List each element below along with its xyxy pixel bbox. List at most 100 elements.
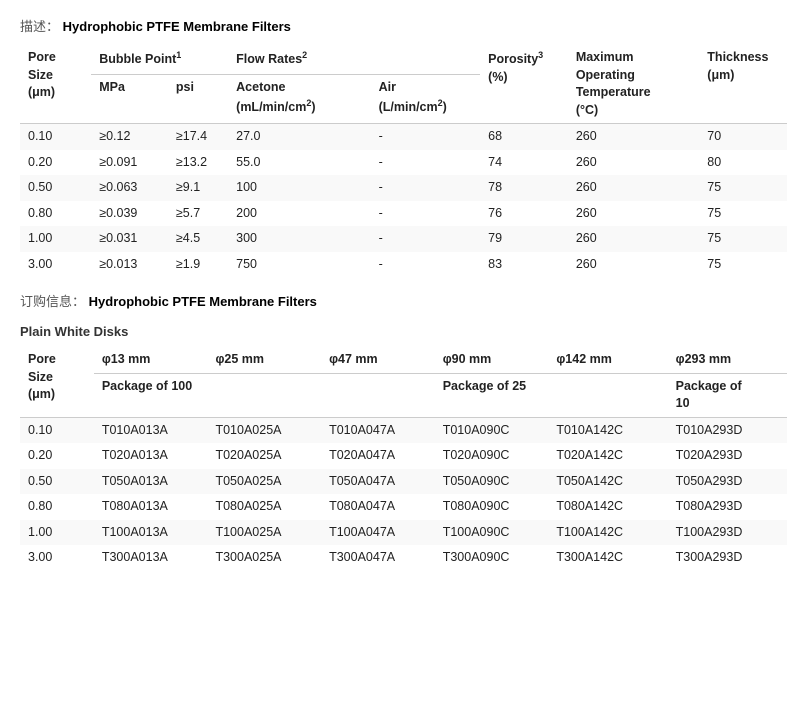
sub-header: Plain White Disks [20,324,787,339]
table1-cell-psi: ≥13.2 [168,150,228,176]
table1-cell-air: - [371,175,481,201]
table1-cell-poreSize: 0.20 [20,150,91,176]
table1-cell-psi: ≥9.1 [168,175,228,201]
table2-row: 0.20T020A013AT020A025AT020A047AT020A090C… [20,443,787,469]
table2-cell-phi25: T100A025A [207,520,321,546]
table1-cell-air: - [371,226,481,252]
table2-cell-phi90: T010A090C [435,417,549,443]
col2-phi293-header: φ293 mm [668,347,787,373]
table1-cell-maxTemp: 260 [568,252,699,278]
table2-cell-phi90: T100A090C [435,520,549,546]
col2-pkg10-header: Package of10 [668,373,787,417]
table1-row: 0.20≥0.091≥13.255.0-7426080 [20,150,787,176]
table2-cell-phi142: T020A142C [548,443,667,469]
table2-row: 1.00T100A013AT100A025AT100A047AT100A090C… [20,520,787,546]
table2-cell-phi13: T050A013A [94,469,208,495]
col2-phi90-header: φ90 mm [435,347,549,373]
table2-cell-phi13: T300A013A [94,545,208,571]
table1-cell-maxTemp: 260 [568,175,699,201]
table1-cell-mpa: ≥0.12 [91,124,168,150]
col-acetone-header: Acetone(mL/min/cm2) [228,75,370,124]
table1-cell-acetone: 200 [228,201,370,227]
description-label: 描述： [20,19,59,34]
table1-cell-mpa: ≥0.091 [91,150,168,176]
table2-cell-phi13: T080A013A [94,494,208,520]
col2-phi13-header: φ13 mm [94,347,208,373]
table2-cell-phi142: T010A142C [548,417,667,443]
col2-phi47-header: φ47 mm [321,347,435,373]
table2-row: 0.10T010A013AT010A025AT010A047AT010A090C… [20,417,787,443]
table1-cell-poreSize: 0.50 [20,175,91,201]
order-info: 订购信息： Hydrophobic PTFE Membrane Filters [20,291,787,310]
table1-cell-thickness: 70 [699,124,787,150]
col2-pore-header: PoreSize(μm) [20,347,94,417]
table1-row: 0.50≥0.063≥9.1100-7826075 [20,175,787,201]
table2-cell-phi90: T080A090C [435,494,549,520]
col-flowrates-header: Flow Rates2 [228,45,480,75]
table2-cell-phi47: T020A047A [321,443,435,469]
table1-cell-thickness: 80 [699,150,787,176]
col-maxtemp-header: MaximumOperatingTemperature(°C) [568,45,699,124]
table1-cell-psi: ≥5.7 [168,201,228,227]
table1-cell-air: - [371,124,481,150]
table2-cell-phi142: T300A142C [548,545,667,571]
table1-cell-mpa: ≥0.063 [91,175,168,201]
table2-cell-phi13: T100A013A [94,520,208,546]
table1-cell-porosity: 79 [480,226,568,252]
table1-cell-mpa: ≥0.031 [91,226,168,252]
table1-cell-porosity: 68 [480,124,568,150]
table1-cell-psi: ≥17.4 [168,124,228,150]
table2-cell-poreSize: 0.20 [20,443,94,469]
table1-cell-poreSize: 0.10 [20,124,91,150]
table2-cell-poreSize: 0.50 [20,469,94,495]
table1-cell-acetone: 750 [228,252,370,278]
table2-cell-phi25: T050A025A [207,469,321,495]
table1-cell-porosity: 83 [480,252,568,278]
table1-cell-thickness: 75 [699,226,787,252]
table1-cell-psi: ≥4.5 [168,226,228,252]
table1-body: 0.10≥0.12≥17.427.0-68260700.20≥0.091≥13.… [20,124,787,278]
description-title: Hydrophobic PTFE Membrane Filters [63,19,291,34]
table1-cell-thickness: 75 [699,201,787,227]
table2-cell-phi293: T080A293D [668,494,787,520]
table1-cell-porosity: 78 [480,175,568,201]
table1-header-row1: PoreSize(μm) Bubble Point1 Flow Rates2 P… [20,45,787,75]
table1-cell-acetone: 300 [228,226,370,252]
products-table: PoreSize(μm) φ13 mm φ25 mm φ47 mm φ90 mm… [20,347,787,571]
table2-cell-poreSize: 0.80 [20,494,94,520]
table1-row: 3.00≥0.013≥1.9750-8326075 [20,252,787,278]
order-info-title: Hydrophobic PTFE Membrane Filters [89,294,317,309]
table1-cell-acetone: 100 [228,175,370,201]
col-psi-header: psi [168,75,228,124]
table2-cell-phi142: T100A142C [548,520,667,546]
table1-cell-thickness: 75 [699,175,787,201]
table2-cell-phi47: T100A047A [321,520,435,546]
table2-row: 3.00T300A013AT300A025AT300A047AT300A090C… [20,545,787,571]
properties-table: PoreSize(μm) Bubble Point1 Flow Rates2 P… [20,45,787,277]
table2-cell-phi47: T300A047A [321,545,435,571]
table2-cell-phi142: T050A142C [548,469,667,495]
table2-header-row2: Package of 100 Package of 25 Package of1… [20,373,787,417]
table1-cell-psi: ≥1.9 [168,252,228,278]
table1-cell-air: - [371,252,481,278]
table2-cell-phi293: T050A293D [668,469,787,495]
table2-cell-phi47: T050A047A [321,469,435,495]
table2-cell-poreSize: 3.00 [20,545,94,571]
table2-cell-phi25: T010A025A [207,417,321,443]
table2-cell-phi90: T300A090C [435,545,549,571]
table1-cell-poreSize: 1.00 [20,226,91,252]
table1-row: 0.10≥0.12≥17.427.0-6826070 [20,124,787,150]
col-pore-header: PoreSize(μm) [20,45,91,124]
table2-cell-phi47: T080A047A [321,494,435,520]
col2-pkg100-header: Package of 100 [94,373,435,417]
table2-cell-phi13: T020A013A [94,443,208,469]
table2-cell-phi13: T010A013A [94,417,208,443]
col2-pkg25-header: Package of 25 [435,373,668,417]
table1-cell-maxTemp: 260 [568,150,699,176]
table1-cell-poreSize: 0.80 [20,201,91,227]
table2-cell-phi293: T020A293D [668,443,787,469]
col-thickness-header: Thickness(μm) [699,45,787,124]
table2-cell-phi293: T010A293D [668,417,787,443]
table2-cell-phi25: T300A025A [207,545,321,571]
table2-row: 0.80T080A013AT080A025AT080A047AT080A090C… [20,494,787,520]
